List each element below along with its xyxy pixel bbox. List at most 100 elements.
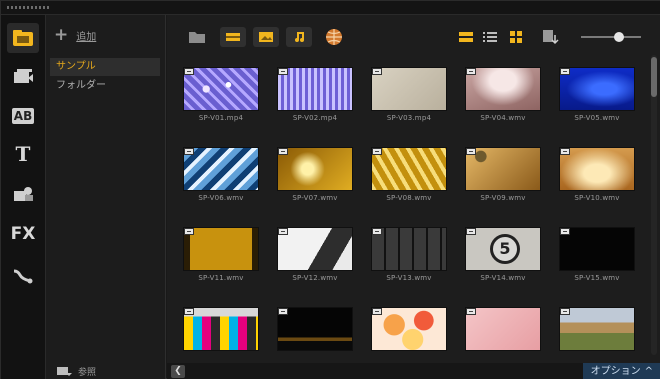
fx-icon: FX	[10, 224, 36, 244]
clip-thumbnail	[277, 67, 353, 111]
clip-tile[interactable]: SP-V15.wmv	[551, 221, 641, 301]
clip-thumbnail	[465, 147, 541, 191]
grid-view-button[interactable]	[507, 27, 525, 47]
instant-project-icon	[14, 69, 33, 83]
instant-project-button[interactable]	[7, 61, 39, 91]
video-badge-icon	[560, 228, 570, 235]
clip-tile[interactable]: SP-V12.wmv	[269, 221, 359, 301]
video-badge-icon	[372, 308, 382, 315]
show-audio-toggle[interactable]	[286, 27, 312, 47]
clip-tile[interactable]: SP-V10.wmv	[551, 141, 641, 221]
video-badge-icon	[560, 148, 570, 155]
tree-item-sample[interactable]: サンプル	[50, 58, 160, 76]
slider-track-icon	[581, 32, 641, 42]
clip-label: SP-V07.wmv	[292, 194, 338, 202]
clip-thumbnail	[559, 307, 635, 351]
options-label: オプション	[590, 366, 641, 377]
add-folder-button[interactable]: + 追加	[54, 27, 96, 44]
filter-category-button[interactable]: FX	[7, 219, 39, 249]
clip-tile[interactable]: SP-V06.wmv	[175, 141, 265, 221]
chevron-left-icon: ❮	[174, 366, 182, 376]
graphic-category-button[interactable]	[7, 179, 39, 209]
video-badge-icon	[184, 228, 194, 235]
media-browser: SP-V01.mp4 SP-V02.mp4 SP-V03.mp4 SP-V04.…	[167, 15, 660, 379]
clip-thumbnail	[371, 307, 447, 351]
online-content-button[interactable]	[323, 27, 345, 47]
video-badge-icon	[184, 68, 194, 75]
clip-thumbnail	[559, 147, 635, 191]
media-icon	[13, 30, 33, 46]
clip-tile[interactable]: SP-V03.mp4	[363, 61, 453, 141]
video-badge-icon	[466, 68, 476, 75]
add-label: 追加	[76, 32, 97, 43]
clip-thumbnail	[183, 67, 259, 111]
clip-tile[interactable]: SP-V13.wmv	[363, 221, 453, 301]
tree-item-folder[interactable]: フォルダー	[50, 77, 160, 95]
clip-thumbnail	[371, 147, 447, 191]
clip-label: SP-V09.wmv	[480, 194, 526, 202]
browse-button[interactable]: 参照	[56, 365, 96, 378]
scrollbar-thumb[interactable]	[651, 57, 657, 97]
browser-footer: ❮ オプション ^	[167, 363, 660, 379]
transition-category-button[interactable]: AB	[7, 101, 39, 131]
open-folder-button[interactable]	[187, 27, 207, 47]
clip-thumbnail	[559, 67, 635, 111]
clip-tile[interactable]: SP-V07.wmv	[269, 141, 359, 221]
clip-thumbnail	[371, 227, 447, 271]
options-button[interactable]: オプション ^	[582, 363, 660, 379]
clip-label: SP-V10.wmv	[574, 194, 620, 202]
video-filter-icon	[226, 33, 240, 41]
thumbnail-size-slider[interactable]	[579, 27, 643, 47]
clip-tile[interactable]: SP-V04.wmv	[457, 61, 547, 141]
video-badge-icon	[466, 308, 476, 315]
clip-tile[interactable]: 5 SP-V14.wmv	[457, 221, 547, 301]
clip-thumbnail	[277, 147, 353, 191]
video-badge-icon	[184, 308, 194, 315]
video-badge-icon	[372, 148, 382, 155]
chevron-up-icon: ^	[644, 366, 653, 377]
collapse-panel-button[interactable]: ❮	[171, 365, 185, 378]
clip-tile[interactable]: SP-V11.wmv	[175, 221, 265, 301]
media-category-button[interactable]	[7, 23, 39, 53]
grid-icon	[510, 31, 522, 43]
browse-label: 参照	[78, 368, 97, 378]
clip-thumbnail	[183, 307, 259, 351]
clip-thumbnail: 5	[465, 227, 541, 271]
folder-icon	[189, 32, 205, 43]
sort-icon	[543, 30, 559, 45]
browser-toolbar	[167, 15, 660, 59]
clip-tile[interactable]: SP-V05.wmv	[551, 61, 641, 141]
list-thumb-icon	[459, 32, 473, 42]
video-badge-icon	[278, 228, 288, 235]
path-category-button[interactable]	[7, 261, 39, 291]
clip-thumbnail	[277, 227, 353, 271]
video-badge-icon	[560, 308, 570, 315]
clip-label: SP-V12.wmv	[292, 274, 338, 282]
show-photo-toggle[interactable]	[253, 27, 279, 47]
clip-label: SP-V05.wmv	[574, 114, 620, 122]
video-badge-icon	[372, 68, 382, 75]
panel-grip[interactable]	[1, 1, 660, 15]
clip-tile[interactable]: SP-V01.mp4	[175, 61, 265, 141]
clip-label: SP-V11.wmv	[198, 274, 244, 282]
title-category-button[interactable]: T	[7, 139, 39, 169]
thumbnail-view-button[interactable]	[457, 27, 475, 47]
globe-icon	[326, 29, 342, 45]
list-view-button[interactable]	[481, 27, 499, 47]
clip-thumbnail	[277, 307, 353, 351]
browse-icon	[57, 366, 72, 376]
video-badge-icon	[560, 68, 570, 75]
clip-tile[interactable]: SP-V02.mp4	[269, 61, 359, 141]
clip-label: SP-V01.mp4	[198, 114, 244, 122]
sort-button[interactable]	[541, 27, 561, 47]
clip-thumbnail	[183, 147, 259, 191]
transition-icon: AB	[11, 108, 35, 124]
video-badge-icon	[466, 148, 476, 155]
graphic-icon	[14, 187, 33, 201]
show-video-toggle[interactable]	[220, 27, 246, 47]
clip-thumbnail	[465, 67, 541, 111]
clip-tile[interactable]: SP-V09.wmv	[457, 141, 547, 221]
category-rail: AB T FX	[1, 15, 46, 379]
clip-tile[interactable]: SP-V08.wmv	[363, 141, 453, 221]
vertical-scrollbar[interactable]	[651, 55, 657, 355]
